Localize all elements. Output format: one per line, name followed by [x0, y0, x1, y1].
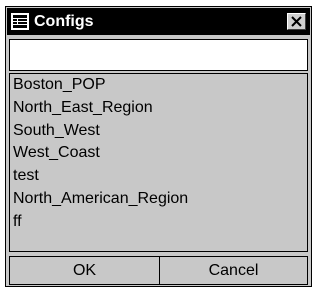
list-item[interactable]: North_East_Region	[10, 97, 307, 120]
close-icon	[291, 16, 302, 27]
window-title: Configs	[34, 13, 94, 30]
filter-input[interactable]	[9, 39, 308, 71]
list-item[interactable]: Boston_POP	[10, 74, 307, 97]
close-button[interactable]	[287, 13, 306, 30]
cancel-button[interactable]: Cancel	[159, 256, 308, 285]
list-item[interactable]: ff	[10, 211, 307, 234]
config-list[interactable]: Boston_POP North_East_Region South_West …	[9, 73, 308, 252]
list-item[interactable]: South_West	[10, 120, 307, 143]
list-item[interactable]: West_Coast	[10, 142, 307, 165]
list-item[interactable]: test	[10, 165, 307, 188]
list-item[interactable]: North_American_Region	[10, 188, 307, 211]
ok-button[interactable]: OK	[9, 256, 160, 285]
configs-dialog: Configs Boston_POP North_East_Region Sou…	[5, 6, 312, 287]
title-bar[interactable]: Configs	[7, 8, 310, 35]
app-window-icon	[11, 13, 29, 30]
